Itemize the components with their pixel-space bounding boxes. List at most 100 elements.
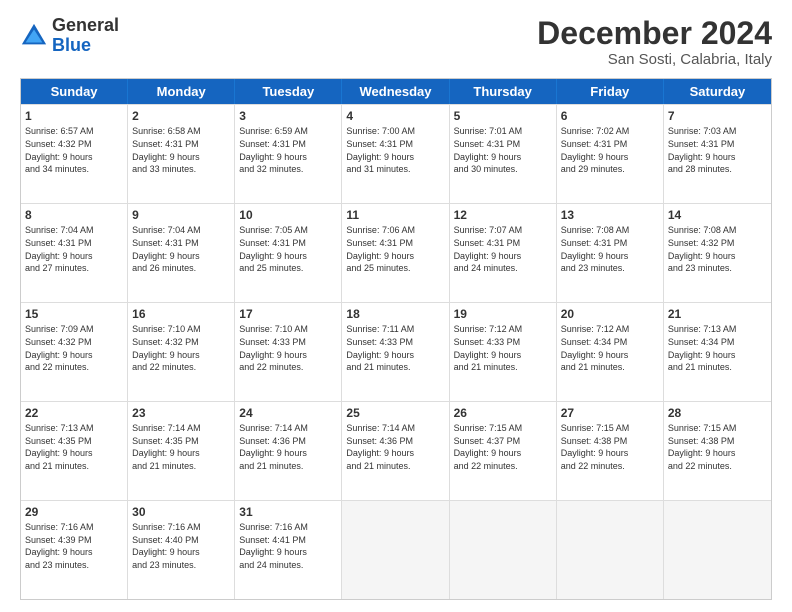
day-info: Sunrise: 7:10 AMSunset: 4:32 PMDaylight:… [132,323,230,373]
calendar-week-2: 8Sunrise: 7:04 AMSunset: 4:31 PMDaylight… [21,203,771,302]
header-day-friday: Friday [557,79,664,104]
day-info: Sunrise: 7:13 AMSunset: 4:34 PMDaylight:… [668,323,767,373]
day-cell-26: 26Sunrise: 7:15 AMSunset: 4:37 PMDayligh… [450,402,557,500]
day-info: Sunrise: 7:10 AMSunset: 4:33 PMDaylight:… [239,323,337,373]
empty-cell [557,501,664,599]
calendar-week-1: 1Sunrise: 6:57 AMSunset: 4:32 PMDaylight… [21,104,771,203]
day-info: Sunrise: 7:04 AMSunset: 4:31 PMDaylight:… [132,224,230,274]
day-info: Sunrise: 7:00 AMSunset: 4:31 PMDaylight:… [346,125,444,175]
header-day-tuesday: Tuesday [235,79,342,104]
day-number: 30 [132,504,230,520]
day-number: 1 [25,108,123,124]
day-info: Sunrise: 7:16 AMSunset: 4:41 PMDaylight:… [239,521,337,571]
logo-text: General Blue [52,16,119,56]
day-info: Sunrise: 7:15 AMSunset: 4:38 PMDaylight:… [561,422,659,472]
logo: General Blue [20,16,119,56]
day-cell-10: 10Sunrise: 7:05 AMSunset: 4:31 PMDayligh… [235,204,342,302]
logo-blue: Blue [52,35,91,55]
day-info: Sunrise: 7:05 AMSunset: 4:31 PMDaylight:… [239,224,337,274]
day-cell-17: 17Sunrise: 7:10 AMSunset: 4:33 PMDayligh… [235,303,342,401]
day-number: 24 [239,405,337,421]
logo-icon [20,22,48,50]
day-number: 29 [25,504,123,520]
day-number: 2 [132,108,230,124]
logo-general: General [52,15,119,35]
day-number: 11 [346,207,444,223]
day-info: Sunrise: 7:07 AMSunset: 4:31 PMDaylight:… [454,224,552,274]
day-cell-28: 28Sunrise: 7:15 AMSunset: 4:38 PMDayligh… [664,402,771,500]
day-number: 22 [25,405,123,421]
calendar-week-3: 15Sunrise: 7:09 AMSunset: 4:32 PMDayligh… [21,302,771,401]
day-cell-25: 25Sunrise: 7:14 AMSunset: 4:36 PMDayligh… [342,402,449,500]
day-number: 26 [454,405,552,421]
calendar-week-4: 22Sunrise: 7:13 AMSunset: 4:35 PMDayligh… [21,401,771,500]
calendar-header: SundayMondayTuesdayWednesdayThursdayFrid… [21,79,771,104]
day-cell-5: 5Sunrise: 7:01 AMSunset: 4:31 PMDaylight… [450,105,557,203]
day-number: 10 [239,207,337,223]
day-cell-3: 3Sunrise: 6:59 AMSunset: 4:31 PMDaylight… [235,105,342,203]
header-day-sunday: Sunday [21,79,128,104]
day-number: 6 [561,108,659,124]
day-number: 21 [668,306,767,322]
day-info: Sunrise: 7:03 AMSunset: 4:31 PMDaylight:… [668,125,767,175]
day-number: 15 [25,306,123,322]
day-info: Sunrise: 6:58 AMSunset: 4:31 PMDaylight:… [132,125,230,175]
day-cell-18: 18Sunrise: 7:11 AMSunset: 4:33 PMDayligh… [342,303,449,401]
header-day-thursday: Thursday [450,79,557,104]
day-cell-20: 20Sunrise: 7:12 AMSunset: 4:34 PMDayligh… [557,303,664,401]
day-info: Sunrise: 7:04 AMSunset: 4:31 PMDaylight:… [25,224,123,274]
day-info: Sunrise: 7:12 AMSunset: 4:33 PMDaylight:… [454,323,552,373]
day-number: 31 [239,504,337,520]
day-cell-21: 21Sunrise: 7:13 AMSunset: 4:34 PMDayligh… [664,303,771,401]
day-cell-6: 6Sunrise: 7:02 AMSunset: 4:31 PMDaylight… [557,105,664,203]
day-info: Sunrise: 7:16 AMSunset: 4:40 PMDaylight:… [132,521,230,571]
day-number: 8 [25,207,123,223]
day-cell-13: 13Sunrise: 7:08 AMSunset: 4:31 PMDayligh… [557,204,664,302]
empty-cell [342,501,449,599]
day-info: Sunrise: 7:08 AMSunset: 4:31 PMDaylight:… [561,224,659,274]
day-cell-2: 2Sunrise: 6:58 AMSunset: 4:31 PMDaylight… [128,105,235,203]
day-cell-12: 12Sunrise: 7:07 AMSunset: 4:31 PMDayligh… [450,204,557,302]
location: San Sosti, Calabria, Italy [537,51,772,68]
day-cell-14: 14Sunrise: 7:08 AMSunset: 4:32 PMDayligh… [664,204,771,302]
header-day-wednesday: Wednesday [342,79,449,104]
day-cell-1: 1Sunrise: 6:57 AMSunset: 4:32 PMDaylight… [21,105,128,203]
day-number: 17 [239,306,337,322]
day-cell-7: 7Sunrise: 7:03 AMSunset: 4:31 PMDaylight… [664,105,771,203]
title-block: December 2024 San Sosti, Calabria, Italy [537,16,772,68]
day-number: 28 [668,405,767,421]
day-number: 7 [668,108,767,124]
day-info: Sunrise: 7:16 AMSunset: 4:39 PMDaylight:… [25,521,123,571]
header-day-monday: Monday [128,79,235,104]
day-info: Sunrise: 7:08 AMSunset: 4:32 PMDaylight:… [668,224,767,274]
day-info: Sunrise: 7:15 AMSunset: 4:37 PMDaylight:… [454,422,552,472]
day-cell-16: 16Sunrise: 7:10 AMSunset: 4:32 PMDayligh… [128,303,235,401]
day-number: 9 [132,207,230,223]
empty-cell [450,501,557,599]
day-number: 5 [454,108,552,124]
day-cell-15: 15Sunrise: 7:09 AMSunset: 4:32 PMDayligh… [21,303,128,401]
calendar-week-5: 29Sunrise: 7:16 AMSunset: 4:39 PMDayligh… [21,500,771,599]
day-info: Sunrise: 6:57 AMSunset: 4:32 PMDaylight:… [25,125,123,175]
day-number: 20 [561,306,659,322]
day-info: Sunrise: 7:14 AMSunset: 4:35 PMDaylight:… [132,422,230,472]
day-info: Sunrise: 7:11 AMSunset: 4:33 PMDaylight:… [346,323,444,373]
day-info: Sunrise: 7:13 AMSunset: 4:35 PMDaylight:… [25,422,123,472]
calendar: SundayMondayTuesdayWednesdayThursdayFrid… [20,78,772,600]
day-info: Sunrise: 7:15 AMSunset: 4:38 PMDaylight:… [668,422,767,472]
day-number: 3 [239,108,337,124]
empty-cell [664,501,771,599]
day-info: Sunrise: 6:59 AMSunset: 4:31 PMDaylight:… [239,125,337,175]
day-cell-22: 22Sunrise: 7:13 AMSunset: 4:35 PMDayligh… [21,402,128,500]
day-cell-11: 11Sunrise: 7:06 AMSunset: 4:31 PMDayligh… [342,204,449,302]
day-cell-4: 4Sunrise: 7:00 AMSunset: 4:31 PMDaylight… [342,105,449,203]
day-cell-29: 29Sunrise: 7:16 AMSunset: 4:39 PMDayligh… [21,501,128,599]
header: General Blue December 2024 San Sosti, Ca… [20,16,772,68]
day-info: Sunrise: 7:12 AMSunset: 4:34 PMDaylight:… [561,323,659,373]
day-info: Sunrise: 7:14 AMSunset: 4:36 PMDaylight:… [346,422,444,472]
day-number: 23 [132,405,230,421]
day-info: Sunrise: 7:02 AMSunset: 4:31 PMDaylight:… [561,125,659,175]
day-number: 12 [454,207,552,223]
day-info: Sunrise: 7:14 AMSunset: 4:36 PMDaylight:… [239,422,337,472]
day-number: 16 [132,306,230,322]
